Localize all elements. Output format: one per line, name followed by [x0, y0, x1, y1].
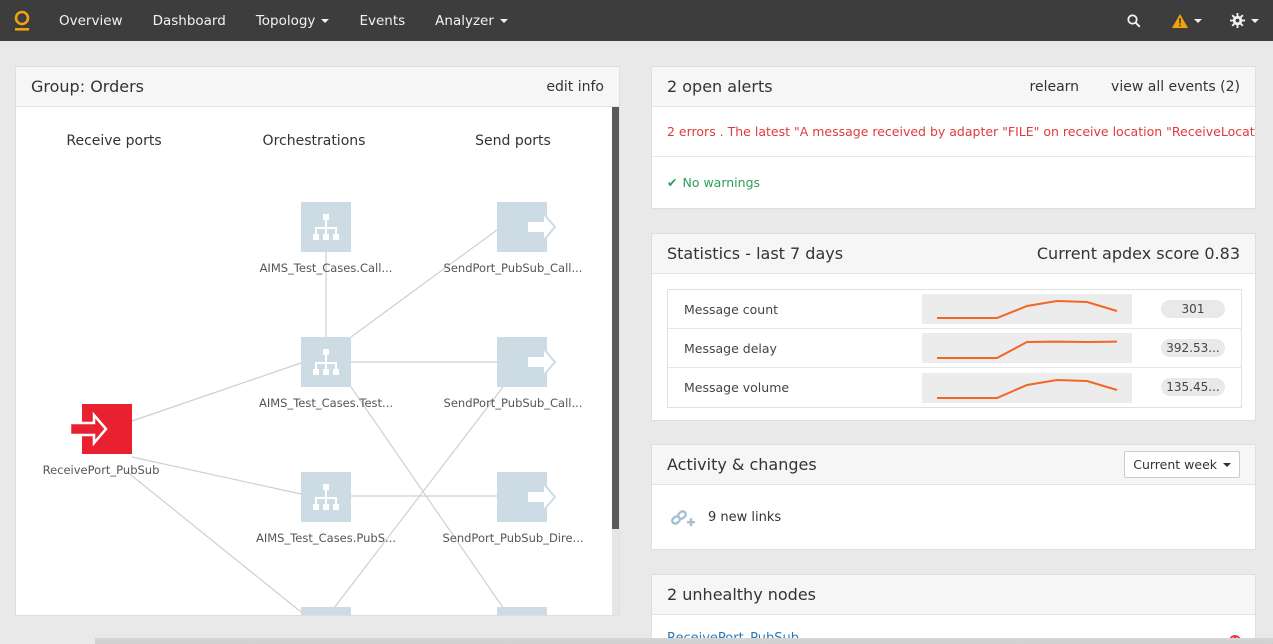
send-port-node[interactable] [497, 337, 557, 387]
no-warnings-text: No warnings [682, 174, 761, 190]
error-alert-text[interactable]: 2 errors . The latest "A message receive… [652, 107, 1255, 157]
unhealthy-nodes-panel: 2 unhealthy nodes ReceivePort_PubSub ✕ [651, 574, 1256, 644]
app-logo-icon[interactable] [0, 0, 44, 41]
send-port-node[interactable] [497, 202, 557, 252]
receive-port-node[interactable] [68, 404, 132, 454]
stats-row-label: Message count [684, 301, 779, 317]
week-dropdown[interactable]: Current week [1124, 451, 1240, 478]
send-arrow-icon [526, 480, 557, 514]
stats-row[interactable]: Message volume 135.45... [668, 368, 1241, 407]
orchestration-node[interactable] [301, 202, 351, 252]
orchestration-node[interactable] [301, 472, 351, 522]
activity-panel: Activity & changes Current week 9 new li… [651, 444, 1256, 550]
new-links-row[interactable]: 9 new links [652, 485, 1255, 550]
scrollbar-thumb[interactable] [612, 107, 619, 529]
nav-topology-label: Topology [255, 12, 316, 29]
statistics-title: Statistics - last 7 days [667, 244, 844, 263]
alerts-title: 2 open alerts [667, 77, 773, 96]
send-port-node[interactable] [497, 607, 547, 615]
orchestration-node[interactable] [301, 607, 351, 615]
caret-down-icon [1223, 462, 1231, 467]
settings-dropdown[interactable] [1222, 0, 1273, 41]
orchestration-label: AIMS_Test_Cases.Test... [258, 396, 394, 410]
hierarchy-icon [313, 214, 339, 240]
new-links-text: 9 new links [708, 510, 782, 525]
column-receive-ports: Receive ports [66, 133, 162, 149]
warning-icon [1172, 13, 1188, 28]
statistics-panel: Statistics - last 7 days Current apdex s… [651, 233, 1256, 421]
nav-dashboard-label: Dashboard [152, 12, 226, 29]
send-port-node[interactable] [497, 472, 557, 522]
view-all-events-link[interactable]: view all events (2) [1111, 79, 1240, 95]
column-send-ports: Send ports [475, 133, 551, 149]
activity-title: Activity & changes [667, 455, 817, 474]
caret-down-icon [321, 18, 330, 23]
no-warnings-row: ✔ No warnings [652, 157, 1255, 207]
orchestration-label: AIMS_Test_Cases.Call... [259, 261, 393, 275]
hierarchy-icon [313, 484, 339, 510]
search-icon [1127, 13, 1141, 28]
sparkline [922, 294, 1132, 324]
nav-dashboard[interactable]: Dashboard [138, 0, 241, 41]
caret-down-icon [499, 18, 508, 23]
stats-value-badge: 301 [1161, 300, 1225, 318]
unhealthy-header: 2 unhealthy nodes [652, 575, 1255, 615]
unhealthy-title: 2 unhealthy nodes [667, 585, 817, 604]
stats-row[interactable]: Message count 301 [668, 290, 1241, 329]
nav-events-label: Events [359, 12, 406, 29]
nav-overview-label: Overview [59, 12, 123, 29]
week-dropdown-label: Current week [1133, 457, 1217, 472]
send-arrow-icon [526, 210, 557, 244]
navbar-right [1114, 0, 1273, 41]
caret-down-icon [1251, 18, 1259, 23]
nav-events[interactable]: Events [344, 0, 420, 41]
apdex-score: Current apdex score 0.83 [1036, 244, 1240, 263]
sparkline [922, 372, 1132, 403]
send-port-label: SendPort_PubSub_Call... [443, 396, 583, 410]
hierarchy-icon [313, 349, 339, 375]
alerts-panel: 2 open alerts relearn view all events (2… [651, 66, 1256, 209]
nav-analyzer-label: Analyzer [435, 12, 494, 29]
column-orchestrations: Orchestrations [262, 133, 366, 149]
window-bottom-edge [95, 638, 1273, 644]
top-navbar: Overview Dashboard Topology Events Analy… [0, 0, 1273, 41]
check-icon: ✔ [667, 174, 678, 190]
send-port-label: SendPort_PubSub_Call... [443, 261, 583, 275]
stats-row-label: Message volume [684, 380, 790, 395]
receive-arrow-icon [68, 411, 108, 447]
alerts-header: 2 open alerts relearn view all events (2… [652, 67, 1255, 107]
orchestration-label: AIMS_Test_Cases.PubS... [255, 531, 396, 545]
orchestration-node[interactable] [301, 337, 351, 387]
statistics-table: Message count 301 Message delay 392.53..… [667, 289, 1242, 408]
stats-value-badge: 135.45... [1161, 378, 1225, 396]
send-arrow-icon [526, 345, 557, 379]
caret-down-icon [1194, 18, 1202, 23]
activity-header: Activity & changes Current week [652, 445, 1255, 485]
relearn-link[interactable]: relearn [1030, 79, 1080, 95]
nav-overview[interactable]: Overview [44, 0, 138, 41]
link-add-icon [671, 509, 695, 526]
stats-row[interactable]: Message delay 392.53... [668, 329, 1241, 368]
group-panel: Group: Orders edit info Receive ports Or… [15, 66, 620, 616]
nav-topology[interactable]: Topology [241, 0, 345, 41]
nav-analyzer[interactable]: Analyzer [420, 0, 523, 41]
stats-value-badge: 392.53... [1161, 339, 1225, 357]
gear-icon [1230, 13, 1245, 28]
stats-row-label: Message delay [684, 340, 777, 356]
statistics-header: Statistics - last 7 days Current apdex s… [652, 234, 1255, 274]
search-button[interactable] [1114, 0, 1154, 41]
receive-port-label: ReceivePort_PubSub [42, 463, 160, 477]
send-port-label: SendPort_PubSub_Dire... [442, 531, 584, 545]
alerts-dropdown[interactable] [1154, 0, 1222, 41]
sparkline [922, 333, 1132, 363]
